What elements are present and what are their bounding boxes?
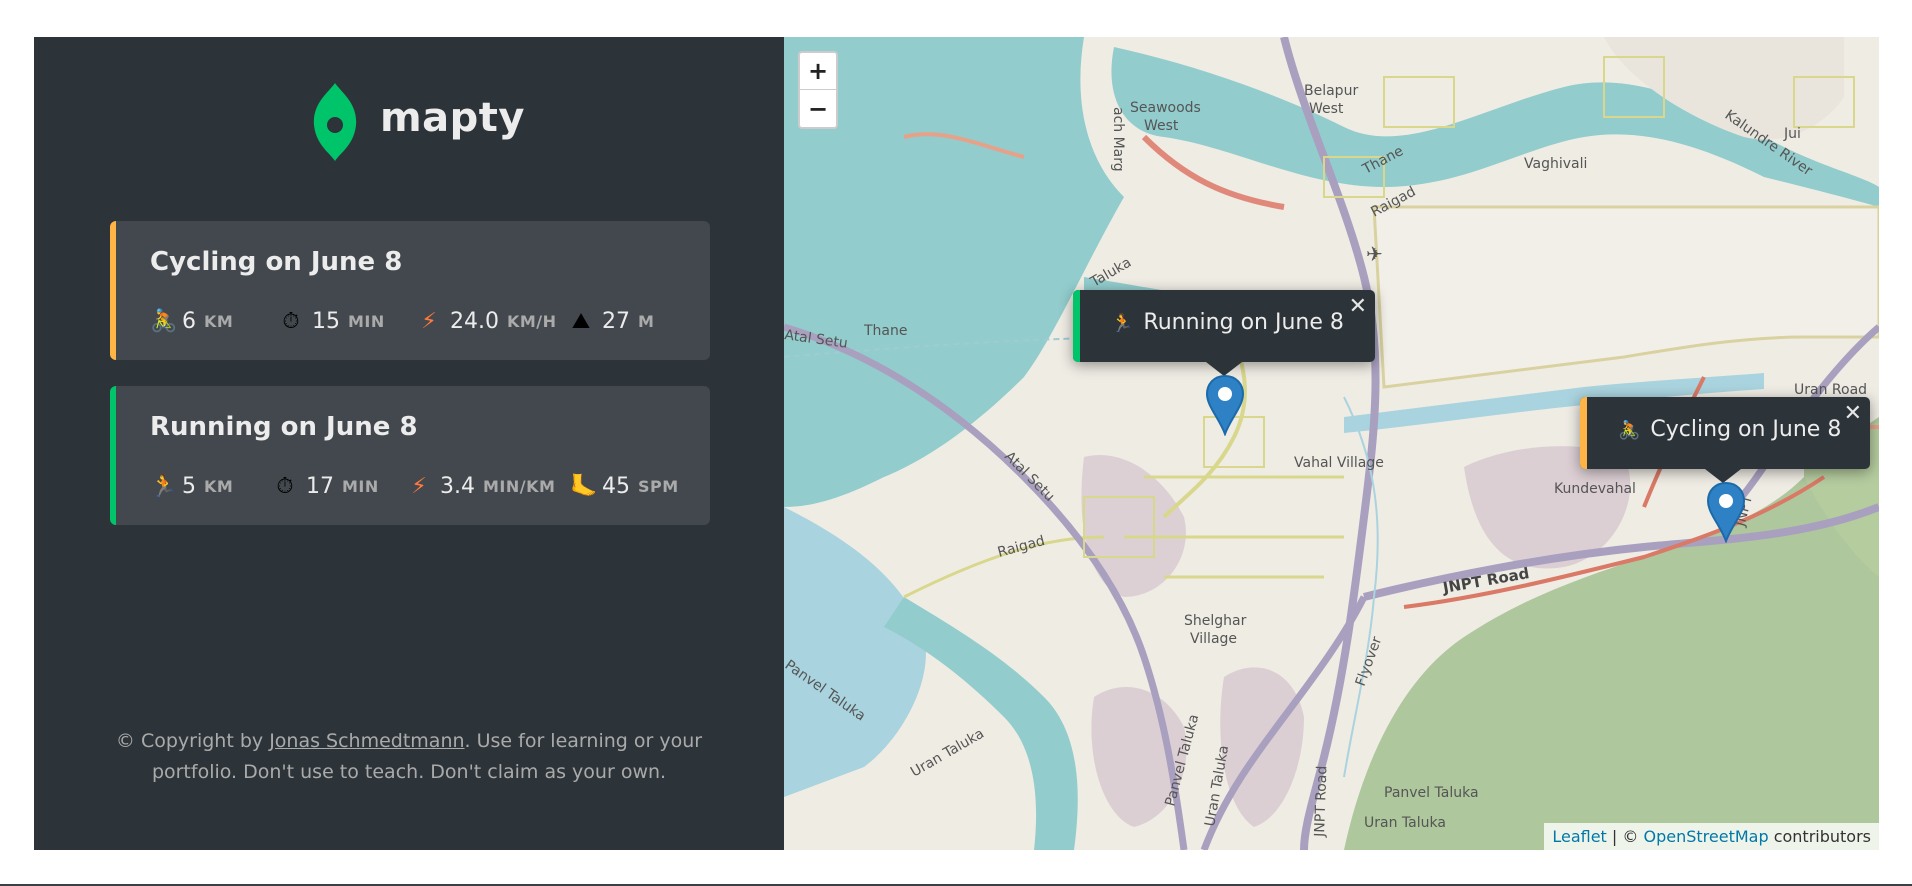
- mountain-icon: ⛰: [571, 308, 591, 334]
- stat-unit: KM: [204, 311, 234, 331]
- map-label: Village: [1190, 631, 1237, 647]
- stat-value: 24.0: [450, 308, 499, 334]
- author-link[interactable]: Jonas Schmedtmann: [269, 730, 464, 752]
- airport-icon: ✈: [1366, 242, 1383, 266]
- stat-value: 6: [182, 308, 196, 334]
- zoom-out-button[interactable]: −: [800, 91, 836, 128]
- stat-unit: KM/H: [506, 311, 557, 331]
- map-label: Seawoods: [1130, 100, 1201, 116]
- map-label: West: [1144, 118, 1179, 134]
- stat-pace: ⚡ 3.4 MIN/KM: [408, 468, 555, 504]
- map-marker-icon[interactable]: [1706, 481, 1746, 543]
- workout-type-bar: [110, 221, 116, 360]
- map-label: West: [1309, 101, 1344, 117]
- workout-card-running[interactable]: Running on June 8 🏃 5 KM ⏱ 17 MIN ⚡ 3.4 …: [110, 386, 710, 525]
- close-icon[interactable]: ✕: [1349, 294, 1367, 319]
- map-label: Kundevahal: [1554, 481, 1636, 497]
- stat-elevation: ⛰ 27 M: [570, 303, 654, 339]
- map-label: Jui: [1783, 126, 1801, 142]
- popup-text: 🏃 Running on June 8: [1111, 310, 1344, 335]
- map-label: Thane: [863, 323, 908, 339]
- zoom-in-button[interactable]: +: [800, 53, 836, 90]
- map-pin-logo-icon: [313, 83, 357, 161]
- attribution-separator: | ©: [1606, 827, 1644, 846]
- stat-unit: KM: [204, 476, 234, 496]
- popup-text: 🚴 Cycling on June 8: [1618, 417, 1841, 442]
- map-attribution: Leaflet | © OpenStreetMap contributors: [1544, 823, 1879, 850]
- stat-value: 3.4: [440, 473, 475, 499]
- workout-title: Cycling on June 8: [150, 247, 403, 277]
- map-label: Uran Road: [1794, 382, 1867, 398]
- zoom-control: + −: [798, 51, 838, 129]
- lightning-icon: ⚡: [421, 308, 437, 334]
- workout-type-bar: [110, 386, 116, 525]
- stat-value: 15: [312, 308, 340, 334]
- stat-duration: ⏱ 15 MIN: [280, 303, 385, 339]
- footer-prefix: © Copyright by: [115, 730, 270, 752]
- stopwatch-icon: ⏱: [276, 473, 294, 499]
- stat-value: 17: [306, 473, 334, 499]
- stat-distance: 🚴 6 KM: [150, 303, 233, 339]
- lightning-icon: ⚡: [411, 473, 427, 499]
- stat-cadence: 🦶 45 SPM: [570, 468, 679, 504]
- popup-cycling[interactable]: 🚴 Cycling on June 8 ✕: [1580, 397, 1870, 483]
- stat-value: 45: [602, 473, 630, 499]
- map-label: Belapur: [1304, 83, 1358, 99]
- running-icon: 🏃: [150, 473, 178, 499]
- stopwatch-icon: ⏱: [282, 308, 300, 334]
- map-marker-icon[interactable]: [1205, 374, 1245, 436]
- openstreetmap-link[interactable]: OpenStreetMap: [1643, 827, 1768, 846]
- map-label: Panvel Taluka: [1384, 785, 1479, 801]
- stat-value: 5: [182, 473, 196, 499]
- popup-label: Running on June 8: [1143, 310, 1344, 335]
- stat-unit: SPM: [638, 476, 679, 496]
- map-label: Vaghivali: [1524, 156, 1587, 172]
- stat-unit: MIN: [342, 476, 379, 496]
- stat-unit: MIN: [348, 311, 385, 331]
- logo-text: mapty: [380, 95, 525, 141]
- popup-type-bar: [1580, 397, 1587, 469]
- stat-unit: MIN/KM: [483, 476, 556, 496]
- map-label: Vahal Village: [1294, 455, 1384, 471]
- stat-distance: 🏃 5 KM: [150, 468, 233, 504]
- popup-type-bar: [1073, 290, 1080, 362]
- cycling-icon: 🚴: [150, 308, 178, 334]
- stat-unit: M: [638, 311, 655, 331]
- map-label: JNPT Road: [1312, 765, 1331, 838]
- map-label: Uran Taluka: [1364, 815, 1446, 831]
- running-icon: 🏃: [1111, 313, 1134, 334]
- stat-speed: ⚡ 24.0 KM/H: [418, 303, 557, 339]
- map[interactable]: Seawoods West Belapur West Vaghivali Jui…: [784, 37, 1879, 850]
- sidebar: mapty Cycling on June 8 🚴 6 KM ⏱ 15 MIN …: [34, 37, 784, 850]
- copyright-footer: © Copyright by Jonas Schmedtmann. Use fo…: [94, 726, 724, 788]
- cycling-icon: 🚴: [1618, 420, 1641, 441]
- stat-duration: ⏱ 17 MIN: [274, 468, 379, 504]
- leaflet-link[interactable]: Leaflet: [1552, 827, 1606, 846]
- attribution-suffix: contributors: [1768, 827, 1871, 846]
- popup-running[interactable]: 🏃 Running on June 8 ✕: [1073, 290, 1375, 376]
- close-icon[interactable]: ✕: [1844, 401, 1862, 426]
- footprint-icon: 🦶: [570, 473, 598, 499]
- logo: mapty: [310, 81, 530, 163]
- popup-label: Cycling on June 8: [1650, 417, 1842, 442]
- map-label: Shelghar: [1184, 613, 1247, 629]
- workout-title: Running on June 8: [150, 412, 418, 442]
- stat-value: 27: [602, 308, 630, 334]
- workout-card-cycling[interactable]: Cycling on June 8 🚴 6 KM ⏱ 15 MIN ⚡ 24.0…: [110, 221, 710, 360]
- map-label: ach Marg: [1110, 107, 1126, 172]
